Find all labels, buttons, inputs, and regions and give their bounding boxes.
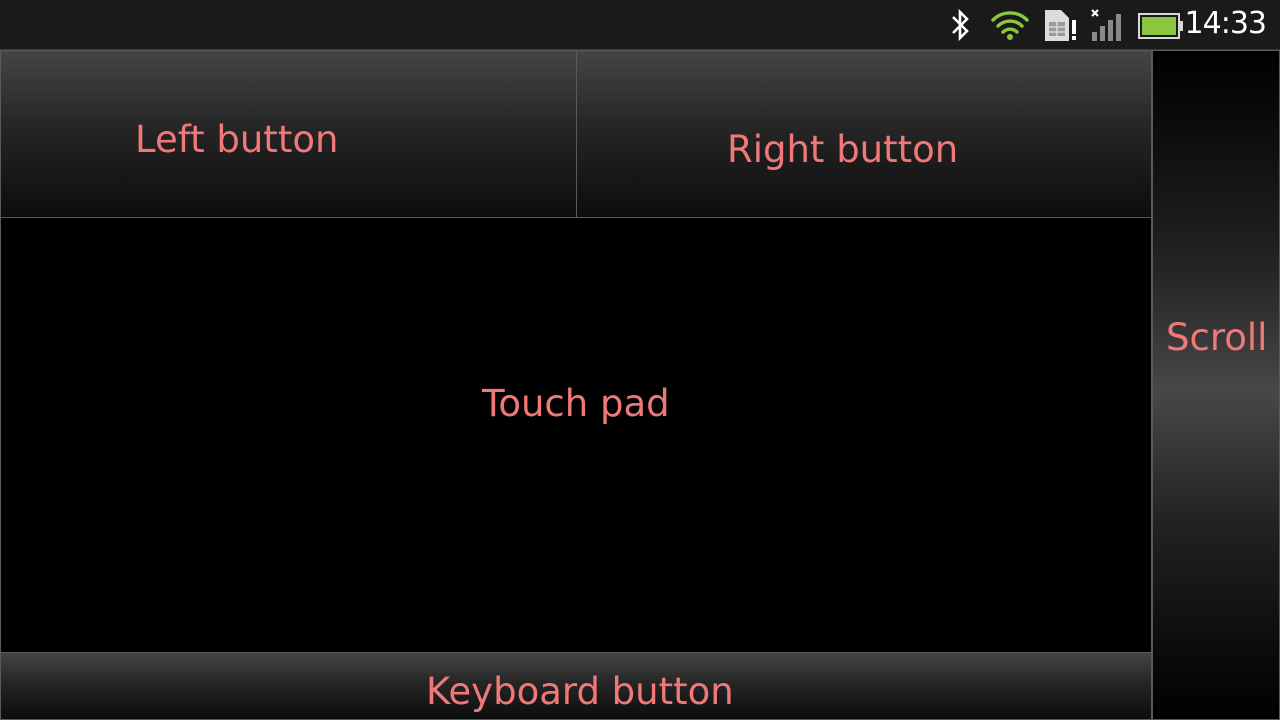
bluetooth-icon	[952, 8, 969, 42]
signal-off-icon	[1091, 9, 1121, 41]
scroll-label: Scroll	[1166, 316, 1268, 359]
status-clock: 14:33	[1184, 6, 1267, 41]
right-button-label: Right button	[727, 128, 959, 171]
remote-mouse-panel: Left button Right button Touch pad Scrol…	[0, 50, 1280, 720]
keyboard-button-label: Keyboard button	[426, 670, 734, 713]
right-button[interactable]: Right button	[576, 50, 1152, 218]
wifi-icon	[991, 11, 1029, 40]
left-button-label: Left button	[135, 118, 339, 161]
scroll-strip[interactable]: Scroll	[1152, 50, 1280, 720]
left-button[interactable]: Left button	[0, 50, 577, 218]
keyboard-button[interactable]: Keyboard button	[0, 652, 1152, 720]
battery-icon	[1138, 13, 1183, 39]
status-bar: 14:33	[0, 0, 1280, 50]
touch-pad[interactable]: Touch pad	[0, 217, 1152, 653]
touch-pad-label: Touch pad	[482, 382, 670, 425]
sim-alert-icon	[1045, 10, 1076, 41]
